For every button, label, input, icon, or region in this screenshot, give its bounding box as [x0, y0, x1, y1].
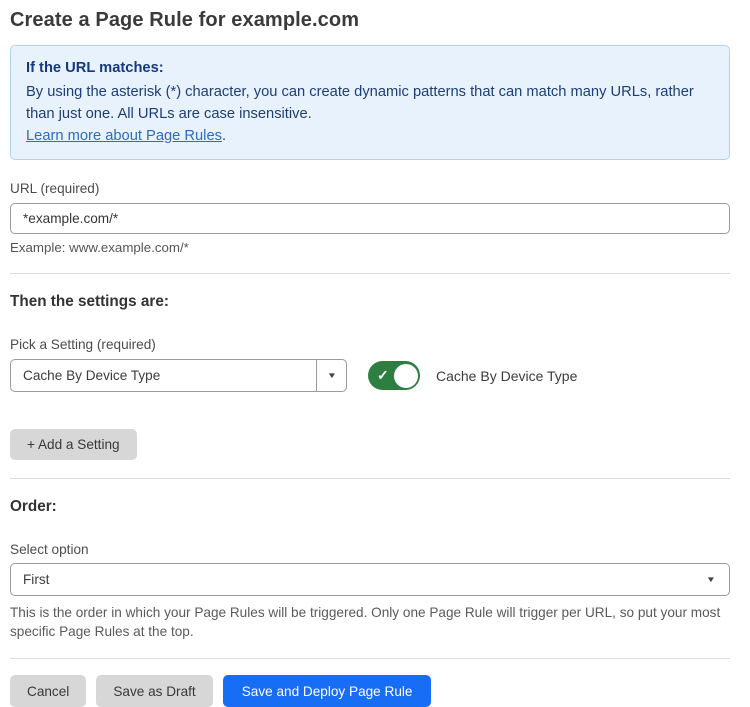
url-input[interactable] — [10, 203, 730, 234]
page-title: Create a Page Rule for example.com — [10, 8, 730, 32]
cache-by-device-type-toggle[interactable]: ✓ — [368, 361, 420, 390]
url-field-label: URL (required) — [10, 181, 730, 196]
setting-row: Cache By Device Type ▼ ✓ Cache By Device… — [10, 359, 730, 392]
chevron-down-icon: ▼ — [326, 371, 336, 380]
divider — [10, 273, 730, 274]
pick-setting-label: Pick a Setting (required) — [10, 337, 730, 352]
add-setting-button[interactable]: + Add a Setting — [10, 429, 137, 460]
save-and-deploy-button[interactable]: Save and Deploy Page Rule — [223, 675, 432, 707]
order-select-value: First — [23, 572, 49, 587]
create-page-rule-panel: Create a Page Rule for example.com If th… — [0, 0, 750, 688]
divider — [10, 478, 730, 479]
order-help-text: This is the order in which your Page Rul… — [10, 603, 730, 641]
footer-button-row: Cancel Save as Draft Save and Deploy Pag… — [10, 675, 730, 707]
setting-dropdown-value: Cache By Device Type — [11, 360, 316, 391]
check-icon: ✓ — [377, 367, 389, 384]
select-option-label: Select option — [10, 542, 730, 557]
learn-more-link[interactable]: Learn more about Page Rules — [26, 128, 222, 144]
toggle-knob — [394, 364, 418, 388]
setting-dropdown[interactable]: Cache By Device Type ▼ — [10, 359, 347, 392]
chevron-down-icon: ▼ — [706, 575, 716, 584]
order-select[interactable]: First ▼ — [10, 563, 730, 596]
order-section-heading: Order: — [10, 498, 730, 516]
url-example-text: Example: www.example.com/* — [10, 240, 730, 255]
setting-dropdown-arrow-button[interactable]: ▼ — [316, 360, 346, 391]
toggle-label: Cache By Device Type — [436, 368, 577, 384]
divider — [10, 658, 730, 659]
save-as-draft-button[interactable]: Save as Draft — [96, 675, 212, 707]
cancel-button[interactable]: Cancel — [10, 675, 86, 707]
settings-section-heading: Then the settings are: — [10, 293, 730, 311]
url-matches-info-box: If the URL matches: By using the asteris… — [10, 45, 730, 160]
link-period: . — [222, 128, 226, 144]
info-box-body: By using the asterisk (*) character, you… — [26, 81, 714, 125]
info-box-link-line: Learn more about Page Rules. — [26, 125, 714, 147]
info-box-heading: If the URL matches: — [26, 57, 714, 79]
